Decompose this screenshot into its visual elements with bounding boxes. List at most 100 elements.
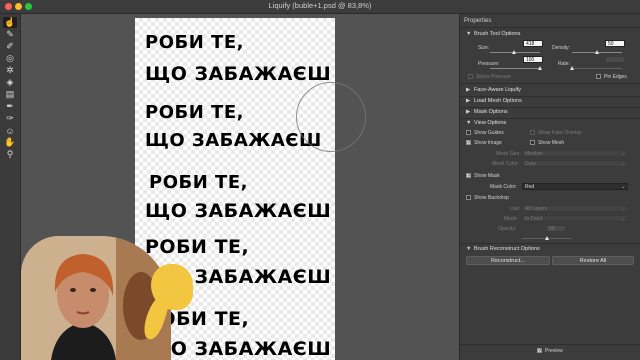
show-mask-checkbox[interactable]: ✓ [466, 173, 471, 179]
section-mask-options[interactable]: ▶ Mask Options [466, 109, 508, 115]
webcam-overlay [21, 236, 171, 360]
chevron-down-icon: ▼ [466, 246, 472, 252]
presenter-photo [21, 236, 171, 360]
mesh-size-select[interactable]: Medium ⌄ [522, 150, 628, 157]
freeze-mask-icon[interactable]: ✒ [3, 101, 17, 112]
show-face-overlay-checkbox[interactable] [530, 130, 535, 135]
opacity-input[interactable]: 50 [546, 225, 566, 232]
mode-select[interactable]: In Front ⌄ [522, 215, 628, 222]
face-tool-icon[interactable]: ☺ [3, 125, 17, 136]
pin-edges-label: Pin Edges [604, 74, 627, 80]
window-title: Liquify (buble+1.psd @ 83,8%) [268, 1, 372, 10]
divider [460, 27, 640, 28]
art-line: РОБИ ТЕ, [145, 236, 250, 258]
preview-label: Preview [545, 348, 563, 354]
art-line: ЩО ЗАБАЖАЄШ [145, 63, 332, 85]
reconstruct-button[interactable]: Reconstruct... [466, 256, 550, 265]
chevron-down-icon: ⌄ [621, 184, 625, 189]
rate-label: Rate: [558, 61, 570, 67]
rate-slider[interactable] [570, 66, 622, 70]
art-line: ЩО ЗАБАЖАЄШ [145, 130, 322, 151]
panel-title: Properties [464, 18, 492, 24]
stylus-pressure-checkbox[interactable] [468, 74, 473, 79]
pucker-icon[interactable]: ✲ [3, 65, 17, 76]
show-mesh-label: Show Mesh [538, 140, 565, 146]
thaw-mask-icon[interactable]: ✑ [3, 113, 17, 124]
smooth-icon[interactable]: ✐ [3, 41, 17, 52]
art-line: ЩО ЗАБАЖАЄШ [145, 200, 332, 222]
pin-edges-checkbox[interactable] [596, 74, 601, 79]
chevron-down-icon: ▼ [466, 120, 472, 126]
pressure-input[interactable]: 100 [523, 56, 543, 63]
rate-slider-thumb[interactable] [570, 66, 574, 70]
liquify-toolbar: ☝ ✎ ✐ ◎ ✲ ◈ ▤ ✒ ✑ ☺ ✋ ⚲ [0, 14, 21, 360]
divider [460, 344, 640, 345]
art-line: РОБИ ТЕ, [149, 172, 248, 193]
divider [460, 83, 640, 84]
size-slider[interactable] [490, 50, 540, 54]
pressure-slider[interactable] [490, 66, 542, 70]
divider [460, 96, 640, 97]
show-guides-label: Show Guides [474, 130, 504, 136]
rate-input[interactable] [605, 56, 625, 63]
density-slider-thumb[interactable] [595, 50, 599, 54]
show-guides-checkbox[interactable] [466, 130, 471, 135]
show-face-overlay-label: Show Face Overlay [538, 130, 582, 136]
bloat-icon[interactable]: ◈ [3, 77, 17, 88]
divider [460, 243, 640, 244]
divider [460, 118, 640, 119]
stylus-pressure-label: Stylus Pressure [476, 74, 512, 80]
mask-color-label: Mask Color: [490, 184, 517, 190]
size-slider-thumb[interactable] [512, 50, 516, 54]
brush-cursor [296, 82, 366, 152]
size-input[interactable]: 418 [523, 40, 543, 47]
art-line: РОБИ ТЕ, [145, 32, 244, 53]
show-mesh-checkbox[interactable] [530, 140, 535, 145]
pressure-slider-thumb[interactable] [538, 66, 542, 70]
twirl-icon[interactable]: ◎ [3, 53, 17, 64]
mesh-color-select[interactable]: Gray ⌄ [522, 160, 628, 167]
section-view-options[interactable]: ▼ View Options [466, 120, 506, 126]
chevron-down-icon: ⌄ [621, 161, 625, 166]
properties-panel: Properties ▼ Brush Tool Options Size: 418… [459, 14, 640, 360]
chevron-down-icon: ▼ [466, 31, 472, 37]
use-select[interactable]: All Layers ⌄ [522, 205, 628, 212]
art-line: РОБИ ТЕ, [145, 102, 244, 123]
density-input[interactable]: 50 [605, 40, 625, 47]
preview-workspace[interactable]: РОБИ ТЕ, ЩО ЗАБАЖАЄШ РОБИ ТЕ, ЩО ЗАБАЖАЄ… [21, 14, 458, 360]
opacity-slider-thumb[interactable] [545, 236, 549, 240]
chevron-down-icon: ⌄ [621, 206, 625, 211]
opacity-label: Opacity: [498, 226, 517, 232]
art-line: ЩО ЗАБАЖАЄШ [145, 338, 332, 360]
size-label: Size: [478, 45, 490, 51]
zoom-icon[interactable]: ⚲ [3, 149, 17, 160]
section-brush-tool-options[interactable]: ▼ Brush Tool Options [466, 31, 520, 37]
divider [460, 107, 640, 108]
chevron-right-icon: ▶ [466, 87, 471, 93]
mask-color-select[interactable]: Red ⌄ [522, 183, 628, 190]
opacity-slider[interactable] [522, 236, 572, 240]
chevron-down-icon: ⌄ [621, 151, 625, 156]
push-left-icon[interactable]: ▤ [3, 89, 17, 100]
mesh-color-label: Mesh Color: [492, 161, 519, 167]
restore-all-button[interactable]: Restore All [552, 256, 634, 265]
show-backdrop-checkbox[interactable] [466, 195, 471, 200]
chevron-right-icon: ▶ [466, 109, 471, 115]
hand-icon[interactable]: ✋ [3, 137, 17, 148]
show-image-label: Show Image [474, 140, 502, 146]
use-label: Use: [510, 206, 521, 212]
chevron-right-icon: ▶ [466, 98, 471, 104]
density-slider[interactable] [572, 50, 622, 54]
reconstruct-icon[interactable]: ✎ [3, 29, 17, 40]
preview-checkbox[interactable]: ✓ [537, 348, 542, 354]
density-label: Density: [552, 45, 571, 51]
chevron-down-icon: ⌄ [621, 216, 625, 221]
section-load-mesh-options[interactable]: ▶ Load Mesh Options [466, 98, 522, 104]
mode-label: Mode: [504, 216, 518, 222]
pressure-label: Pressure: [478, 61, 500, 67]
section-face-aware-liquify[interactable]: ▶ Face-Aware Liquify [466, 87, 521, 93]
section-brush-reconstruct-options[interactable]: ▼ Brush Reconstruct Options [466, 246, 540, 252]
show-backdrop-label: Show Backdrop [474, 195, 510, 201]
show-image-checkbox[interactable]: ✓ [466, 140, 471, 146]
warp-icon[interactable]: ☝ [3, 17, 17, 28]
